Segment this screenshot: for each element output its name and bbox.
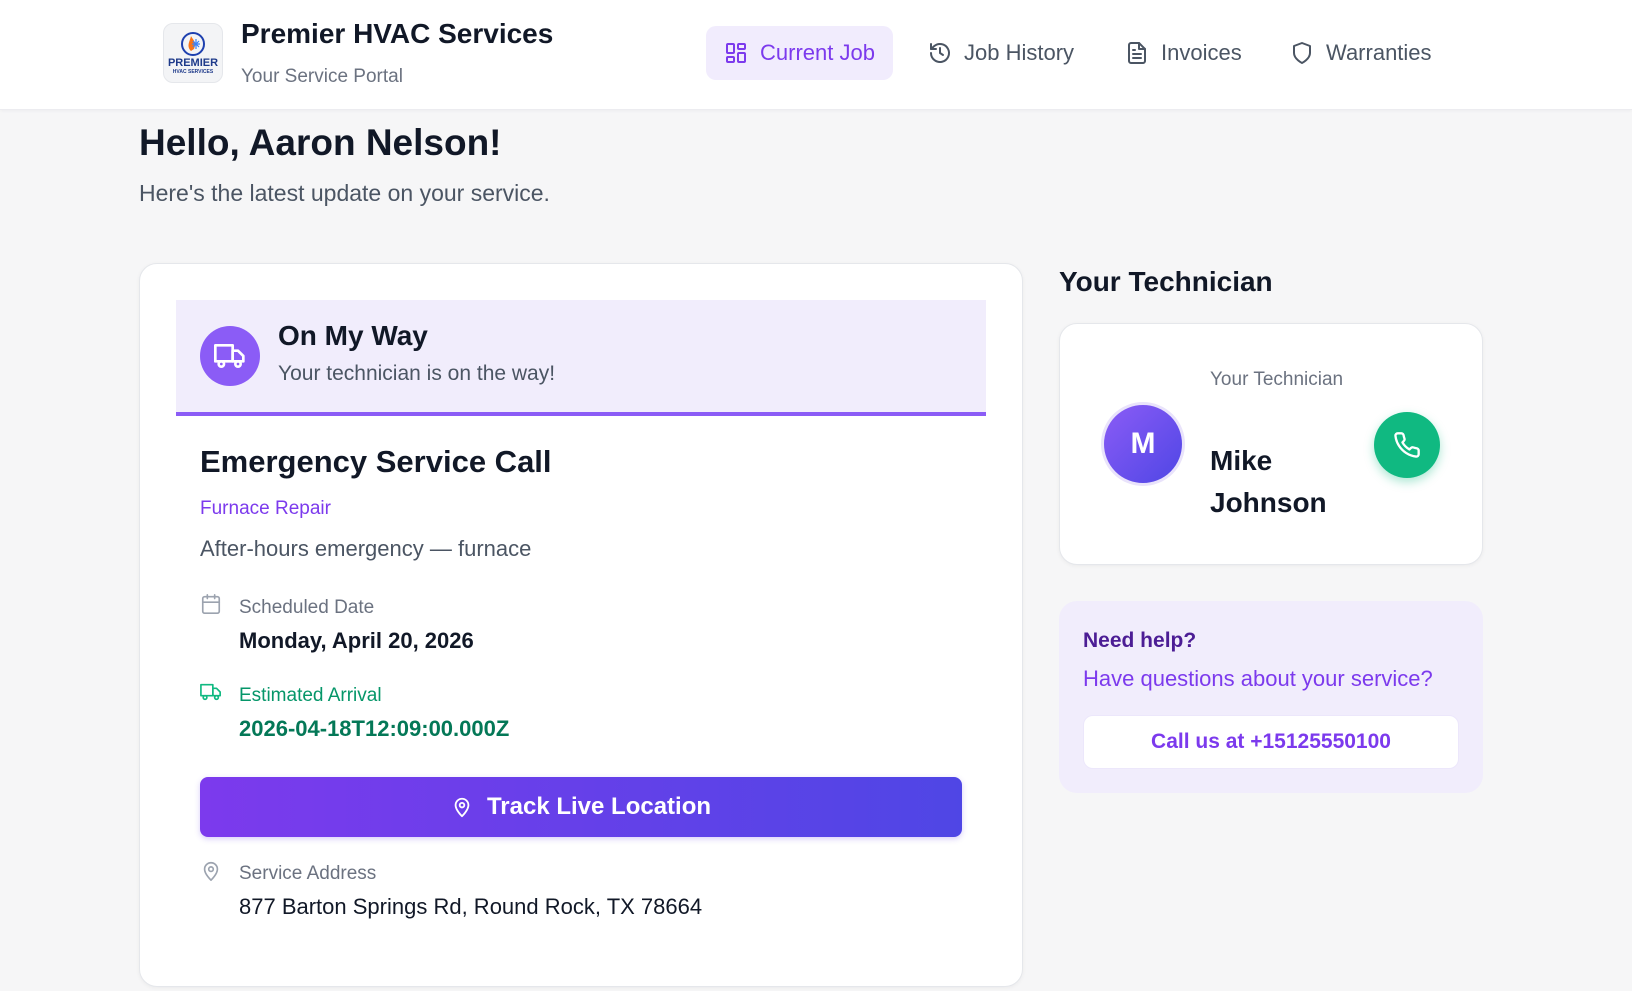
avatar: M	[1101, 402, 1185, 486]
flame-snowflake-icon	[181, 32, 205, 56]
nav-warranties[interactable]: Warranties	[1272, 26, 1450, 80]
brand-subtitle: Your Service Portal	[241, 66, 403, 87]
technician-card: M Your Technician Mike Johnson	[1059, 323, 1483, 565]
help-subtitle: Have questions about your service?	[1083, 666, 1433, 691]
logo-subtext: HVAC SERVICES	[172, 69, 214, 75]
document-icon	[1128, 42, 1146, 64]
call-us-button[interactable]: Call us at +15125550100	[1083, 715, 1459, 769]
top-header: PREMIER HVAC SERVICES Premier HVAC Servi…	[0, 0, 1632, 110]
technician-label: Your Technician	[1210, 369, 1344, 390]
nav-job-history[interactable]: Job History	[910, 26, 1092, 80]
map-pin-icon	[454, 797, 470, 818]
map-pin-icon	[203, 861, 219, 881]
nav-invoices[interactable]: Invoices	[1107, 26, 1260, 80]
greeting-title: Hello, Aaron Nelson!	[139, 122, 502, 163]
job-type: Furnace Repair	[200, 498, 331, 519]
nav-label: Invoices	[1161, 40, 1242, 65]
nav-label: Warranties	[1326, 40, 1432, 65]
help-card: Need help? Have questions about your ser…	[1059, 601, 1483, 793]
greeting-subtitle: Here's the latest update on your service…	[139, 180, 550, 206]
nav-label: Job History	[964, 40, 1075, 65]
help-title: Need help?	[1083, 629, 1197, 652]
service-address-label: Service Address	[239, 863, 377, 884]
calendar-icon	[201, 594, 221, 614]
brand-title: Premier HVAC Services	[241, 18, 554, 49]
dashboard-grid-icon	[726, 43, 746, 63]
nav-label: Current Job	[760, 40, 875, 65]
nav-current-job[interactable]: Current Job	[706, 26, 893, 80]
history-icon	[930, 43, 950, 63]
truck-icon	[214, 344, 245, 368]
shield-icon	[1293, 42, 1311, 64]
job-description: After-hours emergency — furnace	[200, 536, 532, 561]
scheduled-date-value: Monday, April 20, 2026	[239, 628, 474, 653]
status-banner: On My Way Your technician is on the way!	[176, 300, 986, 416]
truck-icon	[200, 683, 221, 701]
track-button-label: Track Live Location	[486, 793, 712, 820]
brand-logo[interactable]: PREMIER HVAC SERVICES	[163, 23, 223, 83]
job-title: Emergency Service Call	[200, 444, 552, 479]
technician-heading: Your Technician	[1059, 266, 1273, 297]
status-title: On My Way	[278, 320, 428, 351]
current-job-card: On My Way Your technician is on the way!…	[139, 263, 1023, 987]
call-technician-button[interactable]	[1374, 412, 1440, 478]
service-address-value: 877 Barton Springs Rd, Round Rock, TX 78…	[239, 894, 703, 919]
estimated-arrival-label: Estimated Arrival	[239, 685, 382, 706]
status-icon-circle	[200, 326, 260, 386]
estimated-arrival-value: 2026-04-18T12:09:00.000Z	[239, 716, 510, 741]
phone-icon	[1394, 432, 1420, 458]
status-subtitle: Your technician is on the way!	[278, 362, 556, 385]
technician-name: Mike Johnson	[1210, 445, 1327, 518]
logo-text: PREMIER	[167, 57, 219, 69]
scheduled-date-label: Scheduled Date	[239, 597, 375, 618]
track-live-location-button[interactable]: Track Live Location	[200, 777, 962, 837]
